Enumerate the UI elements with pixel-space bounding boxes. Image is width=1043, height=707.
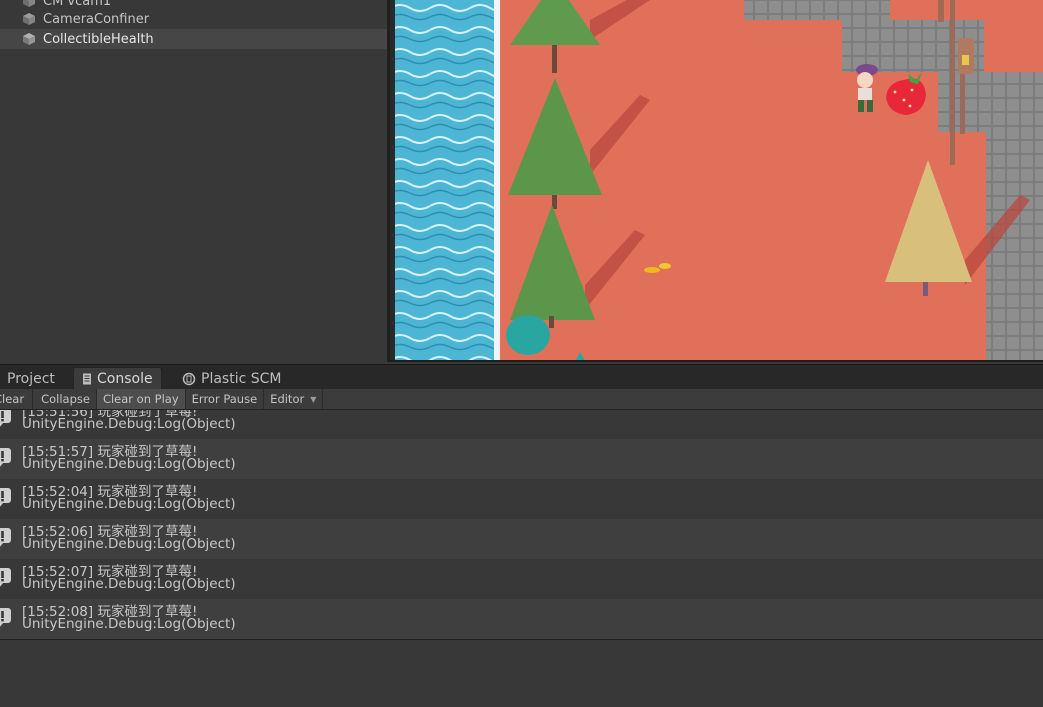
console-detail-area[interactable] bbox=[0, 640, 1043, 707]
water-tiles bbox=[394, 0, 498, 362]
error-pause-toggle[interactable]: Error Pause bbox=[186, 389, 265, 409]
hierarchy-panel: CM vcam1 CameraConfiner CollectibleHealt… bbox=[0, 0, 388, 362]
collapse-toggle[interactable]: Collapse bbox=[33, 389, 97, 409]
log-stack-trace: UnityEngine.Debug:Log(Object) bbox=[22, 496, 236, 512]
tab-project[interactable]: Project bbox=[0, 367, 63, 390]
tab-console[interactable]: Console bbox=[73, 367, 162, 390]
info-log-icon bbox=[0, 527, 12, 553]
log-entry[interactable]: [15:52:04] 玩家碰到了草莓! UnityEngine.Debug:Log… bbox=[0, 479, 1043, 519]
info-log-icon bbox=[0, 447, 12, 473]
log-entry[interactable]: [15:52:07] 玩家碰到了草莓! UnityEngine.Debug:Log… bbox=[0, 559, 1043, 599]
console-toolbar: Clear Collapse Clear on Play Error Pause… bbox=[0, 389, 1043, 410]
info-log-icon bbox=[0, 607, 12, 633]
scene-view[interactable] bbox=[390, 0, 1043, 362]
info-log-icon bbox=[0, 410, 12, 433]
clear-button[interactable]: Clear bbox=[0, 389, 34, 409]
hierarchy-item-label: CM vcam1 bbox=[43, 0, 112, 9]
log-stack-trace: UnityEngine.Debug:Log(Object) bbox=[22, 456, 236, 472]
log-entry[interactable]: [15:52:06] 玩家碰到了草莓! UnityEngine.Debug:Log… bbox=[0, 519, 1043, 559]
caret-down-icon: ▼ bbox=[310, 394, 317, 404]
info-log-icon bbox=[0, 487, 12, 513]
info-log-icon bbox=[0, 567, 12, 593]
scene-canvas bbox=[390, 0, 1043, 362]
log-entry[interactable]: [15:52:08] 玩家碰到了草莓! UnityEngine.Debug:Log… bbox=[0, 599, 1043, 639]
hierarchy-item-label: CameraConfiner bbox=[43, 11, 150, 27]
log-stack-trace: UnityEngine.Debug:Log(Object) bbox=[22, 416, 236, 432]
tab-bar: Project Console Plastic SCM bbox=[0, 364, 1043, 390]
console-log-list[interactable]: [15:51:56] 玩家碰到了草莓! UnityEngine.Debug:Log… bbox=[0, 410, 1043, 640]
gameobject-cube-icon bbox=[22, 32, 36, 46]
gameobject-cube-icon bbox=[22, 0, 36, 8]
log-entry[interactable]: [15:51:56] 玩家碰到了草莓! UnityEngine.Debug:Log… bbox=[0, 410, 1043, 439]
gameobject-cube-icon bbox=[22, 12, 36, 26]
log-entry[interactable]: [15:51:57] 玩家碰到了草莓! UnityEngine.Debug:Log… bbox=[0, 439, 1043, 479]
console-icon bbox=[82, 373, 92, 385]
log-stack-trace: UnityEngine.Debug:Log(Object) bbox=[22, 576, 236, 592]
hierarchy-item-label: CollectibleHealth bbox=[43, 31, 154, 47]
clear-on-play-toggle[interactable]: Clear on Play bbox=[96, 389, 186, 409]
log-stack-trace: UnityEngine.Debug:Log(Object) bbox=[22, 536, 236, 552]
plastic-scm-icon bbox=[182, 372, 196, 386]
tab-plastic-scm[interactable]: Plastic SCM bbox=[174, 367, 289, 390]
hierarchy-item-cameraconfiner[interactable]: CameraConfiner bbox=[0, 9, 387, 29]
hierarchy-item-collectiblehealth[interactable]: CollectibleHealth bbox=[0, 29, 387, 49]
editor-dropdown[interactable]: Editor ▼ bbox=[264, 389, 324, 409]
log-stack-trace: UnityEngine.Debug:Log(Object) bbox=[22, 616, 236, 632]
